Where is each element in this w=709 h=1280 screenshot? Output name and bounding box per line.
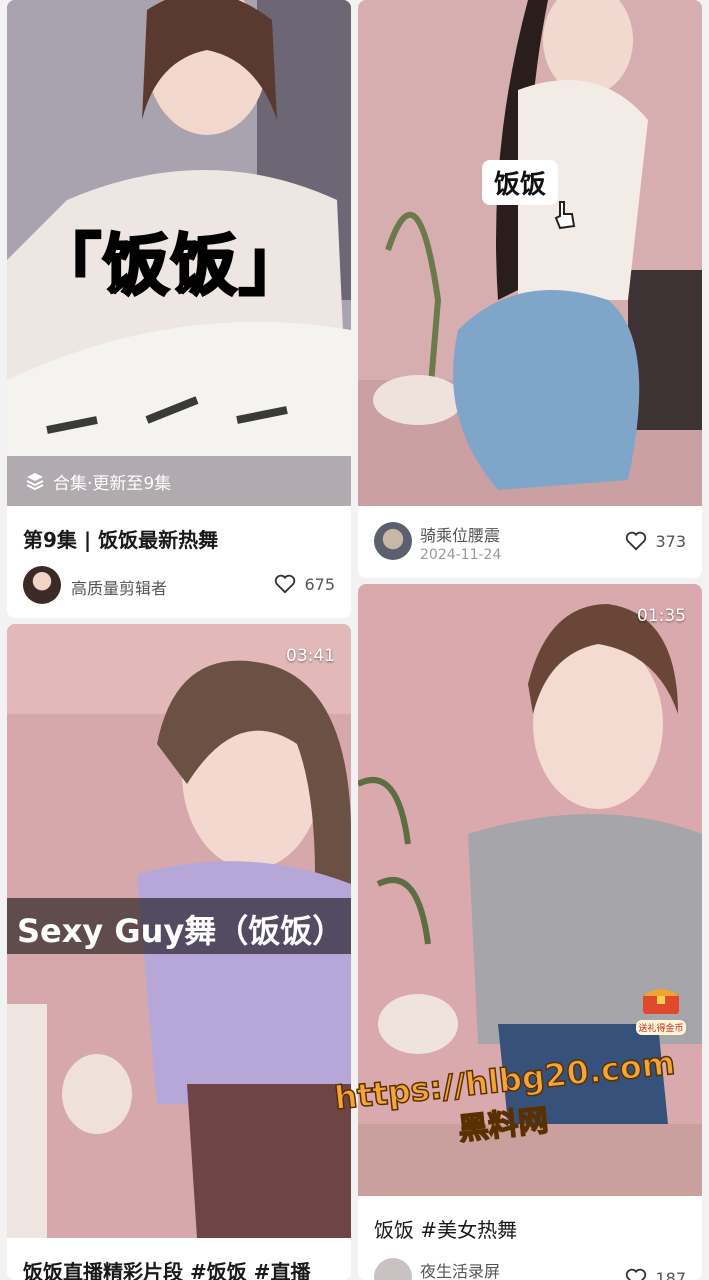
duration-badge-4: 01:35 bbox=[637, 606, 686, 626]
collection-bar[interactable]: 合集·更新至9集 bbox=[7, 456, 351, 506]
video-card-3[interactable]: 03:41 Sexy Guy舞（饭饭） 饭饭直播精彩片段 #饭饭 #直播 bbox=[7, 624, 351, 1280]
overlay-caption-2: 饭饭 bbox=[482, 160, 559, 205]
author-name-2[interactable]: 骑乘位腰震 bbox=[420, 522, 500, 546]
video-thumbnail-1[interactable]: 「饭饭」 合集·更新至9集 bbox=[7, 0, 351, 506]
overlay-caption-1: 「饭饭」 bbox=[34, 226, 307, 306]
video-title-1[interactable]: 第9集 | 饭饭最新热舞 bbox=[23, 524, 339, 553]
like-count-4: 187 bbox=[655, 1268, 686, 1280]
video-card-1[interactable]: 「饭饭」 合集·更新至9集 第9集 | 饭饭最新热舞 高质量剪辑者 675 bbox=[7, 0, 351, 618]
post-date-2: 2024-11-24 bbox=[420, 547, 502, 563]
like-button-2[interactable]: 373 bbox=[625, 531, 686, 551]
heart-icon bbox=[626, 531, 647, 551]
layers-icon bbox=[26, 473, 44, 491]
video-title-3[interactable]: 饭饭直播精彩片段 #饭饭 #直播 bbox=[23, 1256, 339, 1280]
gift-badge-label: 送礼得金币 bbox=[636, 1020, 686, 1035]
like-button-1[interactable]: 675 bbox=[274, 574, 335, 594]
video-card-2[interactable]: 饭饭 骑乘位腰震 2024-11-24 373 bbox=[358, 0, 702, 578]
avatar[interactable] bbox=[23, 566, 61, 604]
hand-pointer-icon bbox=[554, 201, 576, 230]
gift-badge[interactable]: 送礼得金币 bbox=[636, 982, 686, 1035]
video-title-4[interactable]: 饭饭 #美女热舞 bbox=[374, 1214, 690, 1243]
collection-label: 合集·更新至9集 bbox=[53, 473, 172, 494]
like-count-1: 675 bbox=[304, 574, 335, 594]
treasure-chest-icon bbox=[643, 989, 679, 1014]
like-count-2: 373 bbox=[655, 531, 686, 551]
avatar[interactable] bbox=[374, 1258, 412, 1280]
thumbnail-image-2 bbox=[358, 0, 702, 506]
video-card-4[interactable]: 01:35 送礼得金币 饭饭 #美女热舞 夜生活录屏 187 bbox=[358, 584, 702, 1280]
video-thumbnail-2[interactable]: 饭饭 bbox=[358, 0, 702, 506]
like-button-4[interactable]: 187 bbox=[625, 1268, 686, 1280]
heart-icon bbox=[626, 1268, 647, 1280]
heart-icon bbox=[275, 574, 296, 594]
overlay-caption-3: Sexy Guy舞（饭饭） bbox=[7, 898, 351, 954]
video-thumbnail-3[interactable]: 03:41 Sexy Guy舞（饭饭） bbox=[7, 624, 351, 1238]
avatar[interactable] bbox=[374, 522, 412, 560]
author-name-1[interactable]: 高质量剪辑者 bbox=[71, 575, 167, 599]
duration-badge-3: 03:41 bbox=[286, 646, 335, 666]
author-name-4[interactable]: 夜生活录屏 bbox=[420, 1258, 500, 1280]
